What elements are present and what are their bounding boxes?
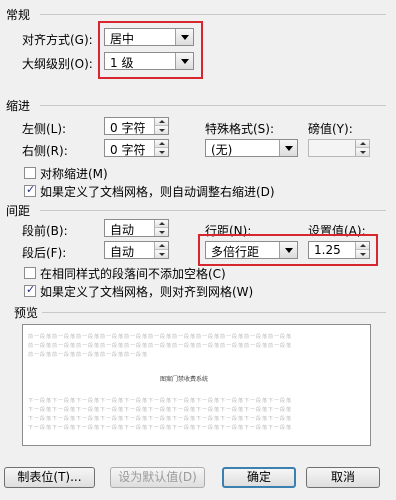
right-indent-label: 右侧(R): [22, 144, 68, 158]
alignment-label: 对齐方式(G): [22, 33, 93, 47]
by-spinner[interactable] [308, 139, 370, 157]
spin-up-icon[interactable] [155, 140, 168, 148]
auto-adjust-checkbox[interactable]: ✓ [24, 183, 36, 197]
spin-up-icon[interactable] [356, 140, 369, 148]
mirror-indent-label: 对称缩进(M) [40, 167, 108, 181]
cancel-button[interactable]: 取消 [306, 467, 380, 488]
spin-up-icon[interactable] [155, 118, 168, 126]
preview-section-label: 预览 [14, 306, 39, 320]
spin-up-icon[interactable] [155, 242, 168, 250]
space-before-spinner[interactable]: 自动 [104, 219, 169, 237]
check-icon: ✓ [26, 283, 36, 296]
spin-up-icon[interactable] [155, 220, 168, 228]
preview-sample-text: 图案门禁收费系统 [160, 376, 209, 383]
preview-divider [42, 312, 386, 313]
highlight-box-general [98, 21, 203, 79]
by-label: 磅值(Y): [308, 122, 353, 136]
check-icon: ✓ [26, 183, 36, 196]
preview-after-line: 下一段落下一段落下一段落下一段落下一段落下一段落下一段落下一段落下一段落下一段落… [28, 416, 293, 422]
preview-before-line: 前一段落前一段落前一段落前一段落前一段落 [28, 352, 149, 358]
right-indent-spinner[interactable]: 0 字符 [104, 139, 169, 157]
spin-down-icon[interactable] [155, 228, 168, 236]
snap-grid-checkbox[interactable]: ✓ [24, 283, 36, 297]
right-indent-value: 0 字符 [110, 143, 146, 157]
no-space-label: 在相同样式的段落间不添加空格(C) [40, 267, 226, 281]
space-before-label: 段前(B): [22, 224, 68, 238]
spin-down-icon[interactable] [356, 148, 369, 156]
auto-adjust-label: 如果定义了文档网格，则自动调整右缩进(D) [40, 185, 275, 199]
special-indent-select[interactable]: (无) [205, 139, 298, 157]
spin-down-icon[interactable] [155, 250, 168, 258]
highlight-box-line-spacing [198, 234, 378, 266]
spin-down-icon[interactable] [155, 126, 168, 134]
spacing-section-label: 间距 [6, 204, 31, 218]
preview-after-line: 下一段落下一段落下一段落下一段落下一段落下一段落下一段落下一段落下一段落下一段落… [28, 407, 293, 413]
indent-divider [40, 105, 386, 106]
outline-level-label: 大纲级别(O): [22, 57, 93, 71]
space-after-value: 自动 [110, 245, 135, 259]
space-after-spinner[interactable]: 自动 [104, 241, 169, 259]
preview-before-line: 前一段落前一段落前一段落前一段落前一段落前一段落前一段落前一段落前一段落前一段落… [28, 334, 293, 340]
set-default-button[interactable]: 设为默认值(D) [110, 467, 205, 488]
general-divider [40, 14, 386, 15]
preview-before-line: 前一段落前一段落前一段落前一段落前一段落前一段落前一段落前一段落前一段落前一段落… [28, 343, 293, 349]
special-indent-label: 特殊格式(S): [205, 122, 275, 136]
preview-after-line: 下一段落下一段落下一段落下一段落下一段落下一段落下一段落下一段落下一段落下一段落… [28, 425, 293, 431]
left-indent-value: 0 字符 [110, 121, 146, 135]
ok-button[interactable]: 确定 [222, 467, 296, 488]
preview-after-line: 下一段落下一段落下一段落下一段落下一段落下一段落下一段落下一段落下一段落下一段落… [28, 398, 293, 404]
spin-down-icon[interactable] [155, 148, 168, 156]
special-indent-value: (无) [211, 143, 233, 157]
tabs-button[interactable]: 制表位(T)... [4, 467, 95, 488]
snap-grid-label: 如果定义了文档网格，则对齐到网格(W) [40, 285, 254, 299]
left-indent-spinner[interactable]: 0 字符 [104, 117, 169, 135]
left-indent-label: 左侧(L): [22, 122, 67, 136]
mirror-indent-checkbox[interactable] [24, 167, 36, 179]
chevron-down-icon[interactable] [279, 140, 297, 156]
no-space-checkbox[interactable] [24, 267, 36, 279]
general-section-label: 常规 [6, 8, 31, 22]
space-after-label: 段后(F): [22, 246, 67, 260]
spacing-divider [40, 210, 386, 211]
indent-section-label: 缩进 [6, 99, 31, 113]
space-before-value: 自动 [110, 223, 135, 237]
